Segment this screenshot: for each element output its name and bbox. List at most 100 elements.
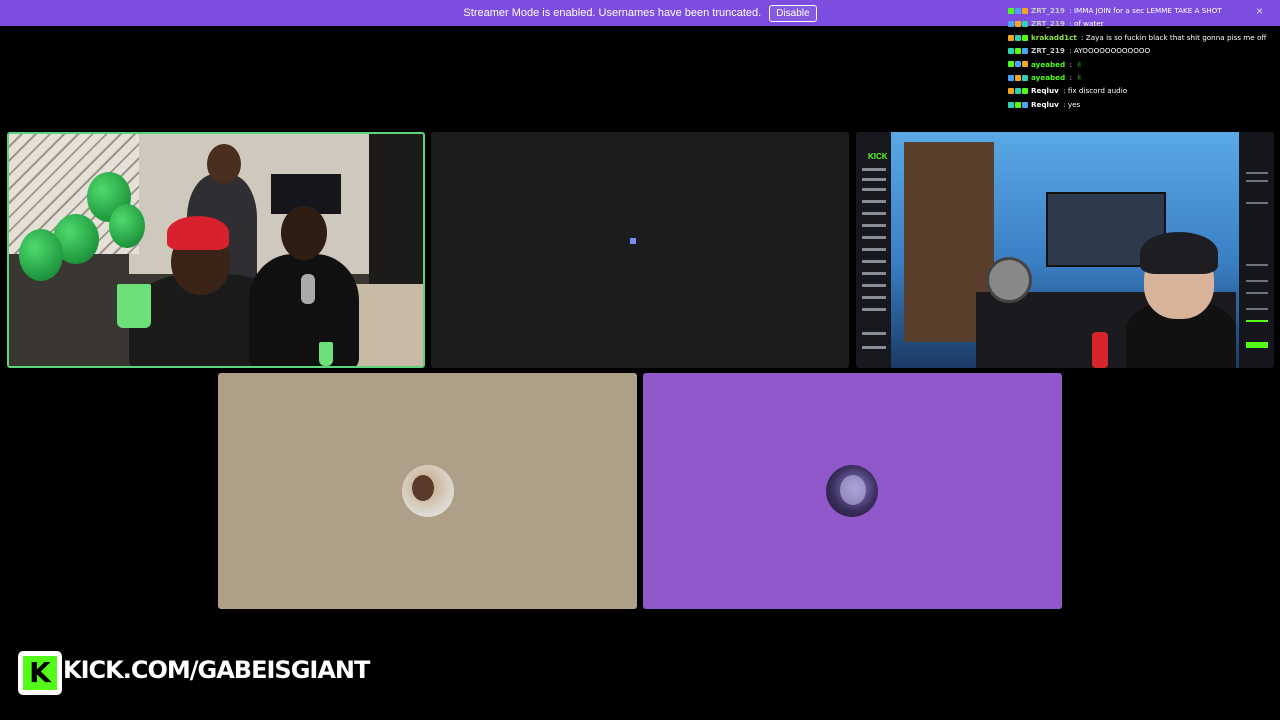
avatar-face xyxy=(412,475,434,501)
person-right xyxy=(249,254,359,366)
chat-username[interactable]: Reqluv xyxy=(1031,84,1059,97)
chat-username[interactable]: krakadd1ct xyxy=(1031,31,1077,44)
avatar-face xyxy=(840,475,866,505)
bottle xyxy=(1092,332,1108,368)
sidebar-line xyxy=(862,296,886,299)
badge-icon xyxy=(1008,74,1014,81)
chat-line xyxy=(1246,180,1268,182)
chat-username[interactable]: Reqluv xyxy=(1031,98,1059,111)
chat-line xyxy=(1246,264,1268,266)
balloon xyxy=(19,229,63,281)
badge-icon xyxy=(1008,47,1014,54)
chat-username[interactable]: ZRT_219 xyxy=(1031,44,1065,57)
channel-url: KICK.COM/GABEISGIANT xyxy=(63,656,370,684)
green-cup xyxy=(117,284,151,328)
chat-badges xyxy=(1008,47,1028,54)
badge-icon xyxy=(1015,101,1021,108)
badge-icon xyxy=(1008,61,1014,68)
badge-icon xyxy=(1008,88,1014,95)
chat-line xyxy=(1246,172,1268,174)
badge-icon xyxy=(1015,74,1021,81)
chat-badges xyxy=(1008,7,1028,14)
badge-icon xyxy=(1022,21,1028,28)
badge-icon xyxy=(1015,34,1021,41)
video-tile-camera-2[interactable]: KICK xyxy=(856,132,1274,368)
microphone xyxy=(301,274,315,304)
chat-username[interactable]: ZRT_219 xyxy=(1031,4,1065,17)
chat-username[interactable]: ZRT_219 xyxy=(1031,17,1065,30)
sidebar-line xyxy=(862,272,886,275)
badge-icon xyxy=(1008,34,1014,41)
chat-text: AYOOOOOOOOOOOO xyxy=(1073,46,1151,56)
chat-badges xyxy=(1008,21,1028,28)
sidebar-line xyxy=(862,212,886,215)
chat-message: ayeabed : ✌ xyxy=(1008,58,1268,71)
chat-message: ZRT_219 : AYOOOOOOOOOOOO xyxy=(1008,44,1268,57)
badge-icon xyxy=(1015,47,1021,54)
chat-line xyxy=(1246,308,1268,310)
badge-icon xyxy=(1015,61,1021,68)
captured-chat-panel xyxy=(1239,132,1274,368)
close-icon[interactable]: × xyxy=(1256,4,1263,18)
sidebar-line xyxy=(862,200,886,203)
chat-line xyxy=(1246,292,1268,294)
chat-text: fix discord audio xyxy=(1067,86,1128,96)
chat-badges xyxy=(1008,34,1028,41)
badge-icon xyxy=(1022,101,1028,108)
chat-line xyxy=(1246,202,1268,204)
chat-separator: : xyxy=(1067,59,1075,69)
chat-separator: : xyxy=(1060,99,1068,109)
badge-icon xyxy=(1022,88,1028,95)
badge-icon xyxy=(1015,7,1021,14)
video-tile-avatar-2[interactable] xyxy=(643,373,1062,609)
user-avatar xyxy=(826,465,878,517)
sidebar-line xyxy=(862,260,886,263)
chat-separator: : xyxy=(1066,6,1074,15)
sidebar-line xyxy=(862,236,886,239)
chat-message: Reqluv : yes xyxy=(1008,98,1268,111)
video-tile-camera-1[interactable] xyxy=(7,132,425,368)
kick-logo-small: KICK xyxy=(868,152,888,161)
sidebar-line xyxy=(862,168,886,171)
emote-icon: ✌ xyxy=(1076,59,1083,69)
chat-text: of water xyxy=(1073,19,1104,29)
badge-icon xyxy=(1008,7,1014,14)
chat-line xyxy=(1246,342,1268,348)
sidebar-line xyxy=(862,178,886,181)
chat-separator: : xyxy=(1066,46,1074,56)
user-avatar xyxy=(402,465,454,517)
badge-icon xyxy=(1022,47,1028,54)
chat-text: IMMA JOIN for a sec LEMME TAKE A SHOT xyxy=(1073,6,1222,15)
person-head xyxy=(207,144,241,184)
chat-message: ayeabed : ✌ xyxy=(1008,71,1268,84)
disable-button[interactable]: Disable xyxy=(769,4,817,22)
chat-message: krakadd1ct : Zaya is so fuckin black tha… xyxy=(1008,31,1268,44)
chat-line xyxy=(1246,320,1268,322)
chat-message: ZRT_219 : of water xyxy=(1008,17,1268,30)
chat-badges xyxy=(1008,74,1028,81)
chat-badges xyxy=(1008,101,1028,108)
person-head xyxy=(281,206,327,260)
video-tile-avatar-1[interactable] xyxy=(218,373,637,609)
sidebar-line xyxy=(862,346,886,349)
badge-icon xyxy=(1022,34,1028,41)
sidebar-line xyxy=(862,188,886,191)
loading-indicator xyxy=(630,238,636,244)
chat-message: Reqluv : fix discord audio xyxy=(1008,84,1268,97)
chat-text: yes xyxy=(1067,99,1081,109)
sidebar-line xyxy=(862,308,886,311)
green-cup xyxy=(319,342,333,366)
balloon xyxy=(109,204,145,248)
chat-separator: : xyxy=(1078,32,1086,42)
chat-badges xyxy=(1008,61,1028,68)
chat-username[interactable]: ayeabed xyxy=(1031,71,1065,84)
badge-icon xyxy=(1015,88,1021,95)
video-tile-empty[interactable] xyxy=(431,132,849,368)
chat-username[interactable]: ayeabed xyxy=(1031,58,1065,71)
emote-icon: ✌ xyxy=(1076,73,1083,83)
captured-sidebar: KICK xyxy=(856,132,891,368)
chat-message: ZRT_219 : IMMA JOIN for a sec LEMME TAKE… xyxy=(1008,4,1268,17)
badge-icon xyxy=(1022,61,1028,68)
badge-icon xyxy=(1022,7,1028,14)
sidebar-line xyxy=(862,248,886,251)
